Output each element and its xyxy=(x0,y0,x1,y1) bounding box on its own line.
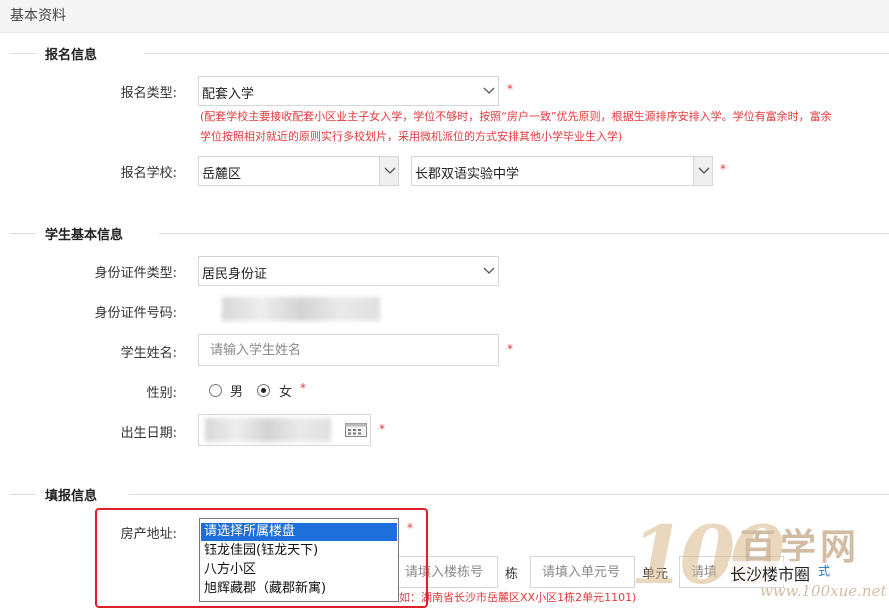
chevron-down-icon xyxy=(479,77,498,105)
required-mark: * xyxy=(300,381,306,395)
gender-male-label: 男 xyxy=(230,385,244,400)
school-select[interactable]: 长郡双语实验中学 xyxy=(411,156,713,186)
id-type-select[interactable]: 居民身份证 xyxy=(198,256,499,286)
format-link[interactable]: 式 xyxy=(818,562,830,579)
district-value: 岳麓区 xyxy=(202,167,242,182)
section-fill-title: 填报信息 xyxy=(45,489,98,504)
section-divider xyxy=(159,233,889,234)
unit-number-field[interactable] xyxy=(531,557,634,587)
birth-date-label: 出生日期: xyxy=(120,426,177,441)
section-divider xyxy=(129,494,889,495)
student-name-field[interactable] xyxy=(199,335,498,365)
required-mark: * xyxy=(507,342,513,356)
id-number-redacted xyxy=(222,297,380,321)
calendar-icon[interactable] xyxy=(345,423,367,437)
section-divider xyxy=(10,494,36,495)
section-divider xyxy=(10,233,36,234)
watermark-source: 长沙楼市圈 xyxy=(728,561,813,585)
student-name-input[interactable] xyxy=(198,334,499,366)
unit-number-input[interactable] xyxy=(530,556,635,588)
gender-male-radio[interactable] xyxy=(209,384,222,397)
student-name-label: 学生姓名: xyxy=(120,346,177,361)
registration-type-value: 配套入学 xyxy=(202,87,255,102)
section-student: 学生基本信息 xyxy=(10,224,889,244)
gender-label: 性别: xyxy=(146,386,177,401)
required-mark: * xyxy=(720,162,726,176)
address-hint: 如：湖南省长沙市岳麓区XX小区1栋2单元1101) xyxy=(399,591,637,604)
gender-female-label: 女 xyxy=(279,385,293,400)
required-mark: * xyxy=(379,422,385,436)
page-header: 基本资料 xyxy=(0,0,889,33)
chevron-down-icon xyxy=(379,157,398,185)
registration-school-label: 报名学校: xyxy=(120,166,177,181)
id-type-value: 居民身份证 xyxy=(202,267,268,282)
id-type-label: 身份证件类型: xyxy=(94,266,177,281)
birth-date-redacted xyxy=(205,418,331,442)
id-number-label: 身份证件号码: xyxy=(94,306,177,321)
section-divider xyxy=(144,53,889,54)
registration-type-note: (配套学校主要接收配套小区业主子女入学，学位不够时，按照“房户一致”优先原则，根… xyxy=(200,110,832,143)
section-fill: 填报信息 xyxy=(10,485,889,505)
school-value: 长郡双语实验中学 xyxy=(415,167,520,182)
registration-type-select[interactable]: 配套入学 xyxy=(198,76,499,106)
chevron-down-icon xyxy=(693,157,712,185)
section-student-title: 学生基本信息 xyxy=(45,228,124,243)
section-registration-title: 报名信息 xyxy=(45,48,98,63)
chevron-down-icon xyxy=(479,257,498,285)
building-unit-label: 栋 xyxy=(505,567,519,582)
district-select[interactable]: 岳麓区 xyxy=(198,156,399,186)
registration-type-label: 报名类型: xyxy=(120,86,177,101)
required-mark: * xyxy=(507,82,513,96)
gender-female-radio[interactable] xyxy=(257,384,270,397)
highlight-box xyxy=(95,508,428,608)
page-title: 基本资料 xyxy=(10,8,66,24)
section-registration: 报名信息 xyxy=(10,44,889,64)
section-divider xyxy=(10,53,36,54)
